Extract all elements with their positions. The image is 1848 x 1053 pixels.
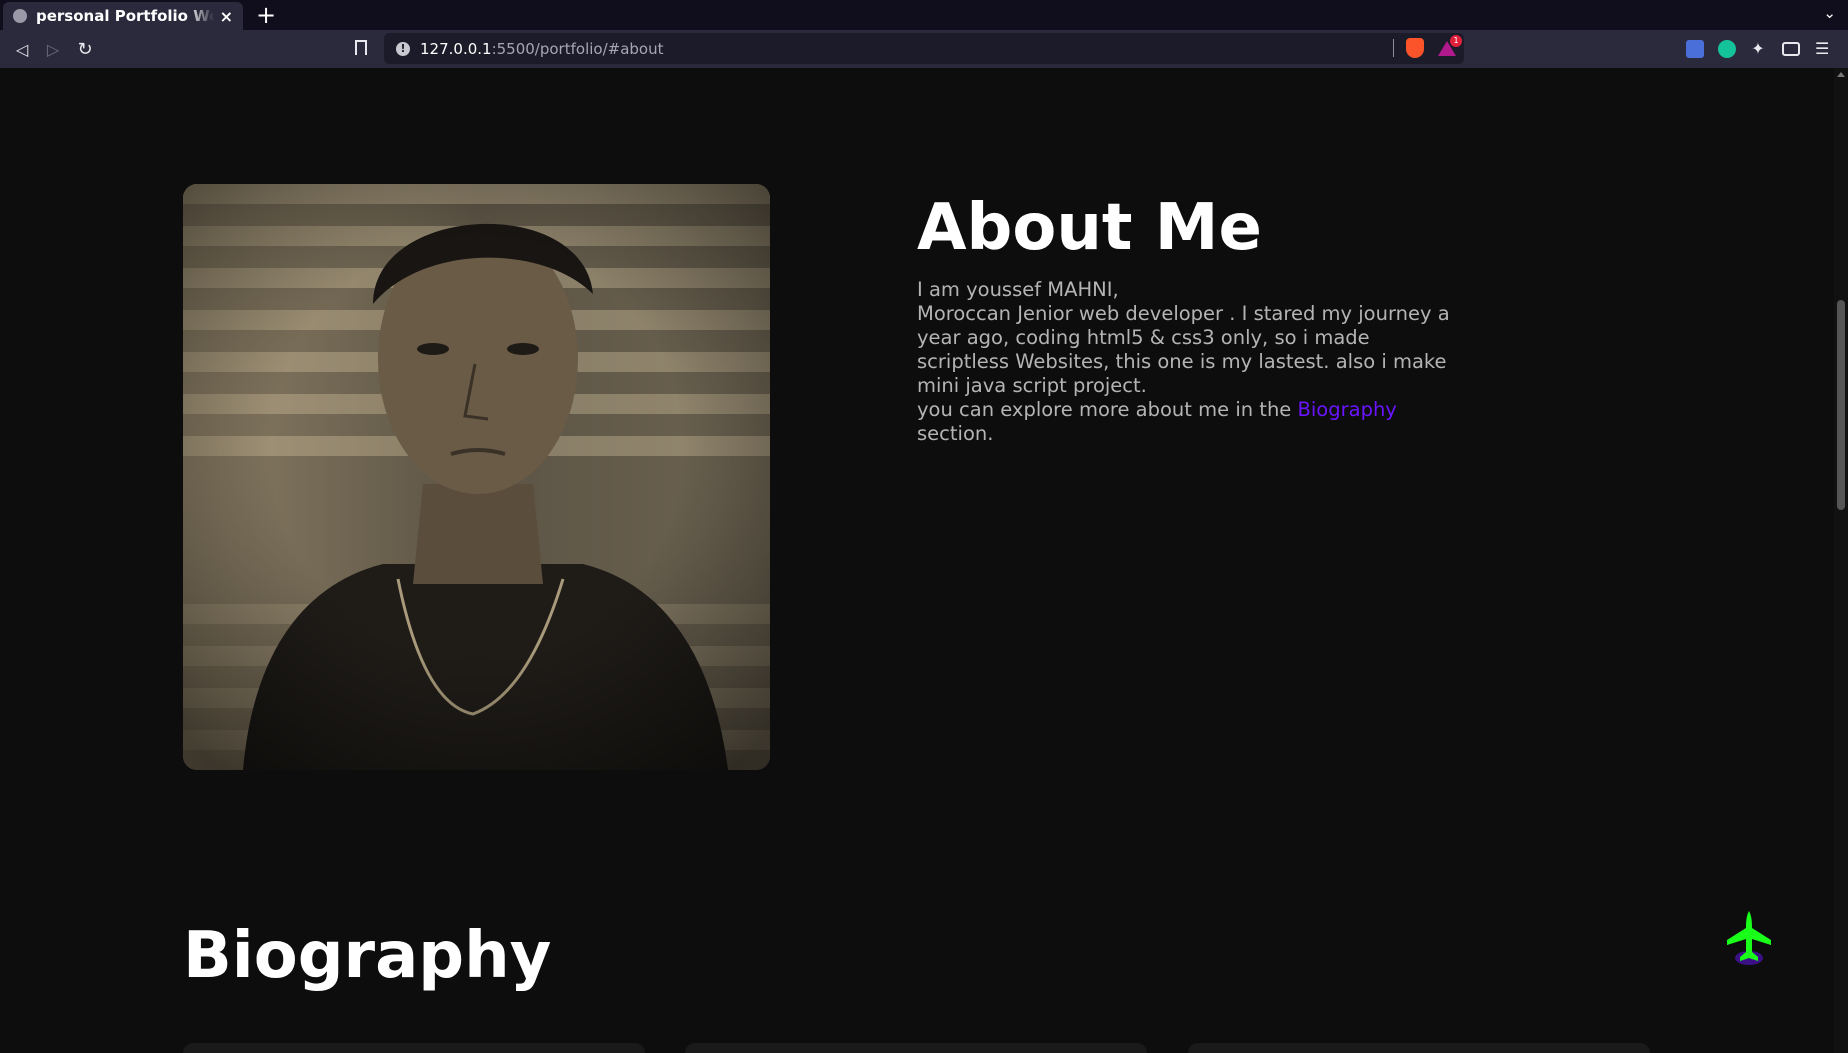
scroll-to-top-plane-icon[interactable] [1726,910,1772,966]
forward-button[interactable]: ▷ [43,39,63,59]
about-description: I am youssef MAHNI, Moroccan Jenior web … [917,278,1457,446]
translate-extension-icon[interactable] [1686,40,1704,58]
biography-heading: Biography [183,919,552,993]
wallet-icon[interactable] [1782,42,1800,56]
new-tab-button[interactable]: + [256,2,276,28]
scrollbar-thumb[interactable] [1837,300,1845,510]
brave-shields-icon[interactable] [1406,38,1424,58]
scroll-up-arrow-icon[interactable] [1837,72,1845,77]
browser-tab[interactable]: personal Portfolio Website × [3,2,243,30]
globe-icon [13,9,27,23]
tab-list-chevron-icon[interactable]: ⌄ [1823,4,1836,22]
biography-link[interactable]: Biography [1298,398,1397,421]
reload-button[interactable]: ↻ [75,39,95,60]
biography-card [685,1043,1147,1053]
rewards-badge: 1 [1450,35,1462,47]
tab-close-icon[interactable]: × [220,7,233,26]
menu-icon[interactable]: ☰ [1815,40,1833,58]
browser-toolbar: ◁ ▷ ↻ ! 127.0.0.1:5500/portfolio/#about … [0,30,1848,68]
bookmark-icon[interactable] [355,40,367,55]
about-line-explore: you can explore more about me in the Bio… [917,398,1457,446]
browser-tab-bar: personal Portfolio Website × + ⌄ [0,0,1848,30]
portrait-image [183,184,770,770]
about-line-intro: I am youssef MAHNI, [917,278,1119,301]
url-path: :5500/portfolio/#about [491,39,664,58]
tab-title: personal Portfolio Website [36,7,214,25]
brave-rewards-icon[interactable]: 1 [1438,35,1462,57]
grammarly-extension-icon[interactable] [1718,40,1736,58]
biography-card [1188,1043,1650,1053]
portfolio-page: About Me I am youssef MAHNI, Moroccan Je… [0,68,1834,1053]
extensions-icon[interactable]: ✦ [1749,40,1767,58]
address-bar[interactable]: ! 127.0.0.1:5500/portfolio/#about 1 [384,33,1464,64]
back-button[interactable]: ◁ [12,39,32,59]
biography-card [183,1043,645,1053]
section-text: section. [917,422,994,445]
site-info-icon[interactable]: ! [396,41,410,56]
page-scrollbar[interactable] [1834,68,1848,1053]
explore-text: you can explore more about me in the [917,398,1298,421]
about-heading: About Me [917,191,1262,265]
about-line-journey: Moroccan Jenior web developer . I stared… [917,302,1450,397]
url-host: 127.0.0.1 [420,39,492,58]
url-divider [1393,39,1394,57]
profile-photo [183,184,770,770]
